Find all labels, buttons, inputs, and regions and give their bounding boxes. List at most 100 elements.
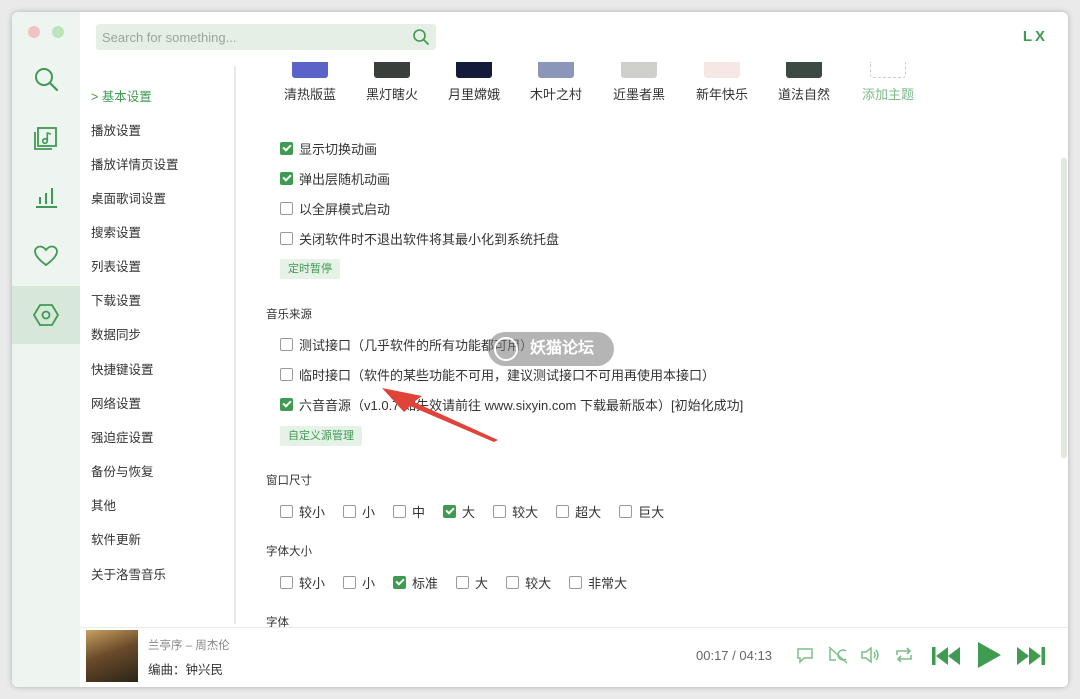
menu-item-other[interactable]: 其他	[91, 495, 116, 514]
window-size-option[interactable]: 较大	[493, 502, 538, 521]
search-input[interactable]	[96, 24, 396, 50]
checkbox-minimize-tray[interactable]: 关闭软件时不退出软件将其最小化到系统托盘	[280, 229, 559, 248]
font-size-option[interactable]: 非常大	[569, 573, 627, 592]
window-size-option[interactable]: 小	[343, 502, 375, 521]
nav-favorites[interactable]	[12, 227, 80, 285]
skip-next-icon	[1017, 647, 1045, 665]
checkbox-checked-icon[interactable]	[393, 576, 407, 589]
checkbox-fullscreen[interactable]: 以全屏模式启动	[280, 199, 390, 218]
play-button[interactable]	[975, 640, 1003, 670]
search-box[interactable]	[96, 24, 436, 50]
play-icon	[978, 642, 1001, 668]
checkbox-source-sixyin[interactable]: 六音音源（v1.0.7 如失效请前往 www.sixyin.com 下载最新版本…	[280, 395, 743, 414]
current-lyric: 编曲：钟兴民	[148, 663, 224, 677]
close-dot[interactable]	[28, 26, 40, 38]
window-size-options: 较小 小 中 大 较大 超大 巨大	[280, 502, 682, 521]
checkbox-checked-icon[interactable]	[280, 398, 293, 411]
theme-swatch-newyear[interactable]	[704, 62, 740, 78]
theme-swatch-dark[interactable]	[374, 62, 410, 78]
checkbox-unchecked-icon[interactable]	[556, 505, 570, 518]
font-size-option[interactable]: 大	[456, 573, 488, 592]
checkbox-popup-animation[interactable]: 弹出层随机动画	[280, 169, 390, 188]
menu-item-about[interactable]: 关于洛雪音乐	[91, 564, 166, 583]
menu-item-odc[interactable]: 强迫症设置	[91, 427, 154, 446]
content-scrollbar[interactable]	[1060, 62, 1068, 627]
section-title-font-size: 字体大小	[266, 546, 312, 558]
checkbox-unchecked-icon[interactable]	[343, 505, 357, 518]
comment-button[interactable]	[794, 644, 816, 666]
section-title-font: 字体	[266, 617, 289, 627]
menu-item-search[interactable]: 搜索设置	[91, 222, 141, 241]
menu-item-update[interactable]: 软件更新	[91, 529, 141, 548]
menu-item-backup[interactable]: 备份与恢复	[91, 461, 154, 480]
theme-swatch-nature[interactable]	[786, 62, 822, 78]
next-button[interactable]	[1015, 644, 1047, 668]
previous-button[interactable]	[930, 644, 962, 668]
desktop-lyric-button[interactable]	[826, 644, 850, 666]
nav-search[interactable]	[12, 50, 80, 108]
checkbox-unchecked-icon[interactable]	[280, 202, 293, 215]
menu-item-sync[interactable]: 数据同步	[91, 324, 141, 343]
menu-item-list[interactable]: 列表设置	[91, 256, 141, 275]
window-size-option[interactable]: 巨大	[619, 502, 664, 521]
menu-item-download[interactable]: 下载设置	[91, 290, 141, 309]
font-size-option[interactable]: 较大	[506, 573, 551, 592]
checkbox-unchecked-icon[interactable]	[393, 505, 407, 518]
timer-pause-button[interactable]: 定时暂停	[280, 259, 340, 279]
checkbox-checked-icon[interactable]	[443, 505, 457, 518]
heart-icon	[34, 245, 58, 267]
nav-song-list[interactable]	[12, 109, 80, 167]
comment-icon	[797, 648, 813, 664]
theme-swatch-add[interactable]	[870, 62, 906, 78]
checkbox-unchecked-icon[interactable]	[280, 505, 293, 518]
repeat-icon	[896, 647, 912, 663]
loop-mode-button[interactable]	[892, 644, 916, 666]
checkbox-unchecked-icon[interactable]	[343, 576, 357, 589]
menu-item-hotkey[interactable]: 快捷键设置	[91, 359, 154, 378]
theme-swatch-ink[interactable]	[621, 62, 657, 78]
menu-item-play-detail[interactable]: 播放详情页设置	[91, 154, 179, 173]
window-size-option[interactable]: 超大	[556, 502, 601, 521]
section-title-window-size: 窗口尺寸	[266, 475, 312, 487]
album-cover[interactable]	[86, 630, 138, 682]
checkbox-unchecked-icon[interactable]	[280, 368, 293, 381]
checkbox-unchecked-icon[interactable]	[280, 576, 293, 589]
menu-item-basic[interactable]: > 基本设置	[91, 86, 152, 105]
font-size-option[interactable]: 小	[343, 573, 375, 592]
song-title: 兰亭序 – 周杰伦	[148, 640, 230, 652]
checkbox-unchecked-icon[interactable]	[619, 505, 633, 518]
settings-menu: > 基本设置 播放设置 播放详情页设置 桌面歌词设置 搜索设置 列表设置 下载设…	[80, 62, 232, 627]
menu-item-desktop-lyric[interactable]: 桌面歌词设置	[91, 188, 166, 207]
app-logo: LX	[1022, 28, 1048, 45]
checkbox-unchecked-icon[interactable]	[506, 576, 520, 589]
window-size-option[interactable]: 中	[393, 502, 425, 521]
nav-leaderboard[interactable]	[12, 168, 80, 226]
music-list-icon	[34, 127, 57, 150]
menu-item-playback[interactable]: 播放设置	[91, 120, 141, 139]
checkbox-show-animation[interactable]: 显示切换动画	[280, 139, 377, 158]
checkbox-unchecked-icon[interactable]	[493, 505, 507, 518]
checkbox-unchecked-icon[interactable]	[280, 338, 293, 351]
theme-swatch-night[interactable]	[456, 62, 492, 78]
custom-source-button[interactable]: 自定义源管理	[280, 426, 362, 446]
checkbox-unchecked-icon[interactable]	[456, 576, 470, 589]
font-size-option[interactable]: 标准	[393, 573, 438, 592]
scrollbar-thumb[interactable]	[1061, 158, 1067, 458]
window-size-option[interactable]: 大	[443, 502, 475, 521]
minimize-dot[interactable]	[52, 26, 64, 38]
search-icon[interactable]	[412, 28, 430, 46]
checkbox-unchecked-icon[interactable]	[569, 576, 583, 589]
nav-settings[interactable]	[12, 286, 80, 344]
window-size-option[interactable]: 较小	[280, 502, 325, 521]
font-size-option[interactable]: 较小	[280, 573, 325, 592]
section-title-music-source: 音乐来源	[266, 309, 312, 321]
checkbox-checked-icon[interactable]	[280, 142, 293, 155]
app-window: LX > 基本设置 播放设置 播放详情页设置 桌面歌词设置 搜索设置 列表设置 …	[12, 12, 1068, 687]
lyric-off-icon	[828, 646, 848, 664]
theme-swatch-village[interactable]	[538, 62, 574, 78]
theme-swatch-blue[interactable]	[292, 62, 328, 78]
checkbox-unchecked-icon[interactable]	[280, 232, 293, 245]
volume-button[interactable]	[858, 644, 882, 666]
checkbox-checked-icon[interactable]	[280, 172, 293, 185]
menu-item-network[interactable]: 网络设置	[91, 393, 141, 412]
